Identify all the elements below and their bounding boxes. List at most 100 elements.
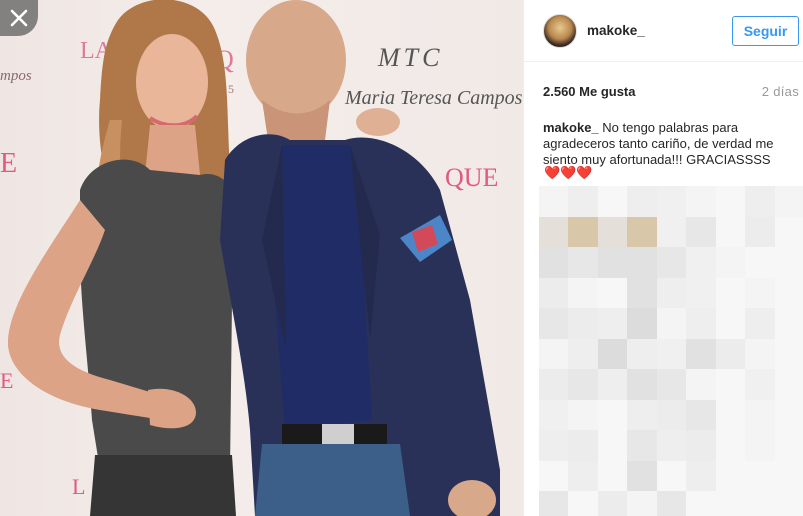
blur-tile	[774, 338, 803, 369]
blur-tile	[715, 491, 746, 516]
blur-tile	[745, 186, 775, 217]
blur-tile	[686, 277, 716, 308]
header-username[interactable]: makoke_	[587, 23, 645, 38]
blur-tile	[656, 216, 687, 247]
blur-tile	[597, 247, 628, 278]
post-modal: LA Q 5 mpos MTC Maria Teresa Campos E QU…	[0, 0, 803, 516]
backdrop-script: Maria Teresa Campos	[344, 87, 523, 109]
blur-tile	[539, 186, 569, 217]
blur-tile	[627, 277, 657, 308]
blur-tile	[539, 338, 569, 369]
backdrop-e-left: E	[0, 148, 17, 179]
backdrop-mtc: MTC	[377, 43, 443, 72]
blur-tile	[656, 247, 687, 278]
blurred-comments	[539, 186, 803, 516]
follow-button[interactable]: Seguir	[732, 15, 799, 46]
blur-tile	[539, 277, 569, 308]
blur-tile	[656, 399, 687, 430]
backdrop-e-left-2: E	[0, 368, 13, 393]
backdrop-side-text: mpos	[0, 68, 32, 84]
blur-tile	[774, 430, 803, 461]
blur-tile	[656, 277, 687, 308]
blur-tile	[568, 338, 598, 369]
blur-tile	[656, 430, 687, 461]
blur-tile	[686, 369, 716, 400]
blur-tile	[597, 460, 628, 491]
blur-tile	[597, 216, 628, 247]
blur-tile	[597, 491, 628, 516]
blur-tile	[656, 308, 687, 339]
blur-tile	[627, 460, 657, 491]
blur-tile	[715, 399, 746, 430]
blur-tile	[686, 338, 716, 369]
blur-tile	[597, 308, 628, 339]
blur-tile	[774, 186, 803, 217]
blur-tile	[568, 430, 598, 461]
blur-tile	[715, 460, 746, 491]
blur-tile	[597, 369, 628, 400]
blur-tile	[774, 369, 803, 400]
blur-tile	[715, 216, 746, 247]
blur-tile	[539, 430, 569, 461]
blur-tile	[686, 430, 716, 461]
blur-tile	[656, 491, 687, 516]
blur-tile	[597, 277, 628, 308]
blur-tile	[745, 338, 775, 369]
post-photo[interactable]: LA Q 5 mpos MTC Maria Teresa Campos E QU…	[0, 0, 523, 516]
blur-tile	[774, 216, 803, 247]
backdrop-number: 5	[228, 82, 234, 96]
blur-tile	[539, 491, 569, 516]
blur-tile	[568, 247, 598, 278]
blur-tile	[597, 399, 628, 430]
blur-tile	[627, 216, 657, 247]
blur-tile	[627, 399, 657, 430]
blur-tile	[568, 277, 598, 308]
blur-tile	[715, 277, 746, 308]
likes-count[interactable]: 2.560 Me gusta	[543, 84, 636, 99]
blur-tile	[686, 308, 716, 339]
blur-tile	[656, 186, 687, 217]
blur-tile	[539, 399, 569, 430]
blur-tile	[597, 338, 628, 369]
blur-tile	[774, 308, 803, 339]
blur-tile	[774, 277, 803, 308]
blur-tile	[656, 338, 687, 369]
blur-tile	[656, 460, 687, 491]
backdrop-brand-que: QUE	[445, 163, 498, 192]
blur-tile	[745, 369, 775, 400]
blur-tile	[539, 247, 569, 278]
blur-tile	[774, 460, 803, 491]
blur-tile	[715, 369, 746, 400]
blur-tile	[686, 247, 716, 278]
blur-tile	[715, 247, 746, 278]
blur-tile	[745, 399, 775, 430]
blur-tile	[745, 491, 775, 516]
blur-tile	[745, 430, 775, 461]
blur-tile	[686, 216, 716, 247]
blur-tile	[539, 216, 569, 247]
close-icon	[10, 9, 28, 27]
blur-tile	[627, 308, 657, 339]
blur-tile	[597, 430, 628, 461]
blur-tile	[745, 460, 775, 491]
blur-tile	[686, 399, 716, 430]
blur-tile	[627, 491, 657, 516]
blur-tile	[568, 308, 598, 339]
blur-tile	[745, 308, 775, 339]
blur-tile	[627, 247, 657, 278]
post-sidebar: makoke_ Seguir 2.560 Me gusta 2 días mak…	[523, 0, 803, 516]
blur-tile	[715, 186, 746, 217]
blur-tile	[627, 430, 657, 461]
blur-tile	[568, 399, 598, 430]
backdrop-l-bottom: L	[72, 474, 85, 499]
blur-tile	[745, 247, 775, 278]
blur-tile	[568, 216, 598, 247]
post-time[interactable]: 2 días	[762, 84, 799, 99]
blur-tile	[686, 491, 716, 516]
blur-tile	[745, 277, 775, 308]
photo-illustration: LA Q 5 mpos MTC Maria Teresa Campos E QU…	[0, 0, 523, 516]
blur-tile	[539, 308, 569, 339]
avatar[interactable]	[543, 13, 577, 48]
blur-tile	[745, 216, 775, 247]
caption-username[interactable]: makoke_	[543, 120, 599, 135]
